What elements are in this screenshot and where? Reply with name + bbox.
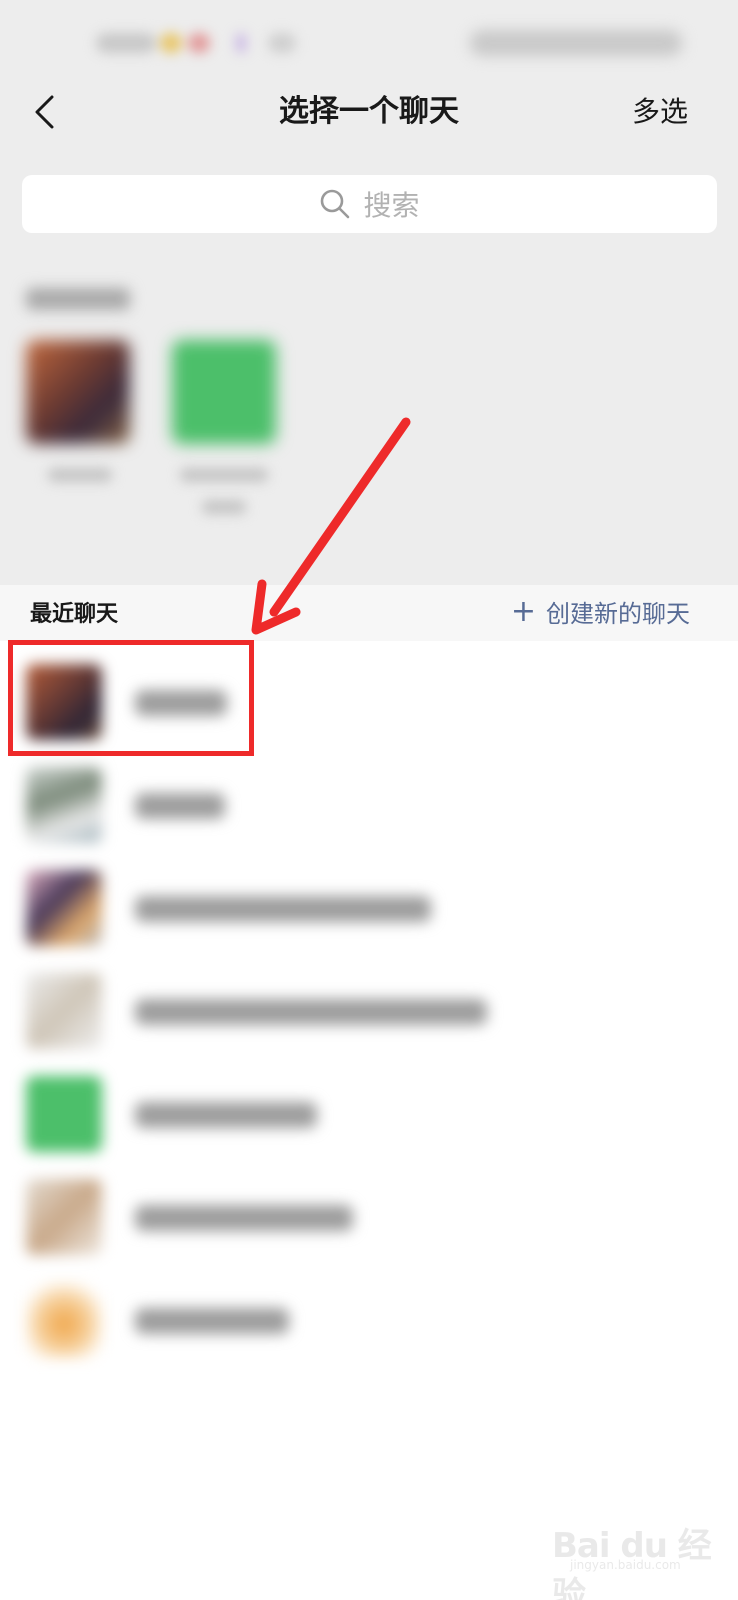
avatar (26, 1179, 102, 1255)
avatar (26, 1282, 102, 1358)
list-item[interactable] (0, 1266, 738, 1369)
list-item[interactable] (0, 854, 738, 957)
chat-name-blurred (135, 1308, 289, 1334)
list-item[interactable] (0, 1163, 738, 1266)
recent-chat-list (0, 648, 738, 1369)
list-item[interactable] (0, 1060, 738, 1163)
avatar (26, 973, 102, 1049)
chat-name-blurred (135, 999, 487, 1025)
annotation-arrow-icon (251, 417, 411, 635)
chat-name-blurred (135, 896, 431, 922)
avatar (26, 1076, 102, 1152)
avatar (26, 870, 102, 946)
list-item[interactable] (0, 957, 738, 1060)
chat-name-blurred (135, 793, 225, 819)
avatar (26, 767, 102, 843)
baidu-watermark: Bai du 经验 jingyan.baidu.com (552, 1494, 712, 1600)
chat-name-blurred (135, 1205, 353, 1231)
list-item[interactable] (0, 751, 738, 854)
watermark-url: jingyan.baidu.com (570, 1558, 681, 1572)
chat-name-blurred (135, 1102, 317, 1128)
